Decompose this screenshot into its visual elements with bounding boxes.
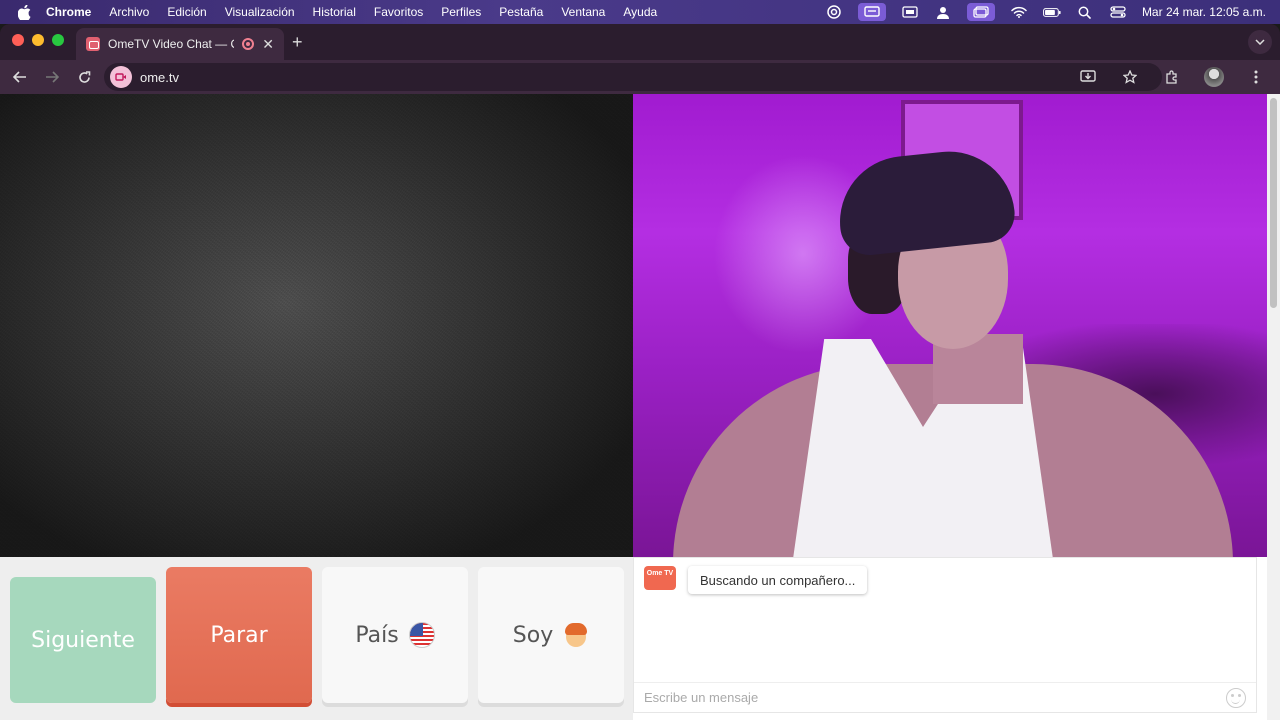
battery-icon[interactable] [1043,5,1061,19]
person-head [833,145,1018,354]
menu-historial[interactable]: Historial [313,5,356,19]
spotlight-search-icon[interactable] [1076,5,1094,19]
boy-emoji-icon [563,622,589,648]
profile-avatar[interactable] [1204,67,1224,87]
menu-app-name[interactable]: Chrome [46,5,91,19]
minimize-window-button[interactable] [32,34,44,46]
tab-search-button[interactable] [1248,30,1272,54]
wifi-icon[interactable] [1010,5,1028,19]
url-text[interactable]: ome.tv [140,70,179,85]
ometv-page: Siguiente Parar País Soy Ome TV Buscando… [0,94,1280,720]
chat-status-message: Buscando un compañero... [688,566,868,594]
bookmark-star-icon[interactable] [1120,67,1140,87]
close-window-button[interactable] [12,34,24,46]
chat-input-row [634,682,1256,712]
more-menu-icon[interactable] [1246,67,1266,87]
chat-controls: Siguiente Parar País Soy [0,557,633,720]
recording-indicator-icon [242,38,255,50]
back-button[interactable] [10,67,30,87]
macos-menubar: Chrome Archivo Edición Visualización His… [0,0,1280,24]
display-icon[interactable] [901,5,919,19]
zoom-window-button[interactable] [52,34,64,46]
menu-archivo[interactable]: Archivo [109,5,149,19]
new-tab-button[interactable]: + [292,32,303,53]
menu-edicion[interactable]: Edición [167,5,206,19]
apple-menu-icon[interactable] [16,4,32,20]
tab-title: OmeTV Video Chat — Om [108,37,234,51]
browser-toolbar: ome.tv [0,60,1280,94]
next-button[interactable]: Siguiente [10,577,156,703]
next-button-label: Siguiente [31,627,135,653]
tab-strip: OmeTV Video Chat — Om ✕ + [0,24,1280,60]
message-input[interactable] [644,690,1204,705]
country-button-label: País [355,622,399,648]
window-controls [12,34,64,46]
gender-button-label: Soy [512,622,554,648]
menu-pestana[interactable]: Pestaña [499,5,543,19]
partner-video-static [0,94,633,557]
menu-favoritos[interactable]: Favoritos [374,5,423,19]
gender-button[interactable]: Soy [478,567,624,703]
person-cap [833,145,1018,258]
menu-ayuda[interactable]: Ayuda [623,5,657,19]
user-icon[interactable] [934,5,952,19]
menu-ventana[interactable]: Ventana [561,5,605,19]
emoji-icon[interactable] [1226,688,1246,708]
tab-ometv[interactable]: OmeTV Video Chat — Om ✕ [76,28,284,60]
install-app-icon[interactable] [1078,67,1098,87]
site-info-icon[interactable] [110,66,132,88]
browser-window: OmeTV Video Chat — Om ✕ + ome.tv [0,24,1280,720]
ometv-logo: Ome TV [644,566,676,590]
extensions-icon[interactable] [1162,67,1182,87]
self-webcam-video [633,94,1267,557]
menu-perfiles[interactable]: Perfiles [441,5,481,19]
stop-button-label: Parar [210,622,268,648]
page-scrollbar[interactable] [1267,94,1280,720]
reload-button[interactable] [74,67,94,87]
ometv-favicon-icon [86,37,100,51]
chat-panel: Ome TV Buscando un compañero... [633,557,1257,713]
country-button[interactable]: País [322,567,468,703]
forward-button[interactable] [42,67,62,87]
menu-visualizacion[interactable]: Visualización [225,5,295,19]
menubar-clock[interactable]: Mar 24 mar. 12:05 a.m. [1142,5,1266,19]
window-icon[interactable] [966,3,995,21]
screen-mirror-icon[interactable] [857,3,886,21]
control-center-icon[interactable] [1109,5,1127,19]
address-bar[interactable]: ome.tv [104,63,1162,91]
stop-button[interactable]: Parar [166,567,312,703]
scrollbar-thumb[interactable] [1270,98,1277,308]
us-flag-icon [408,622,435,648]
creative-cloud-icon[interactable] [825,5,843,19]
tab-close-button[interactable]: ✕ [262,36,274,53]
